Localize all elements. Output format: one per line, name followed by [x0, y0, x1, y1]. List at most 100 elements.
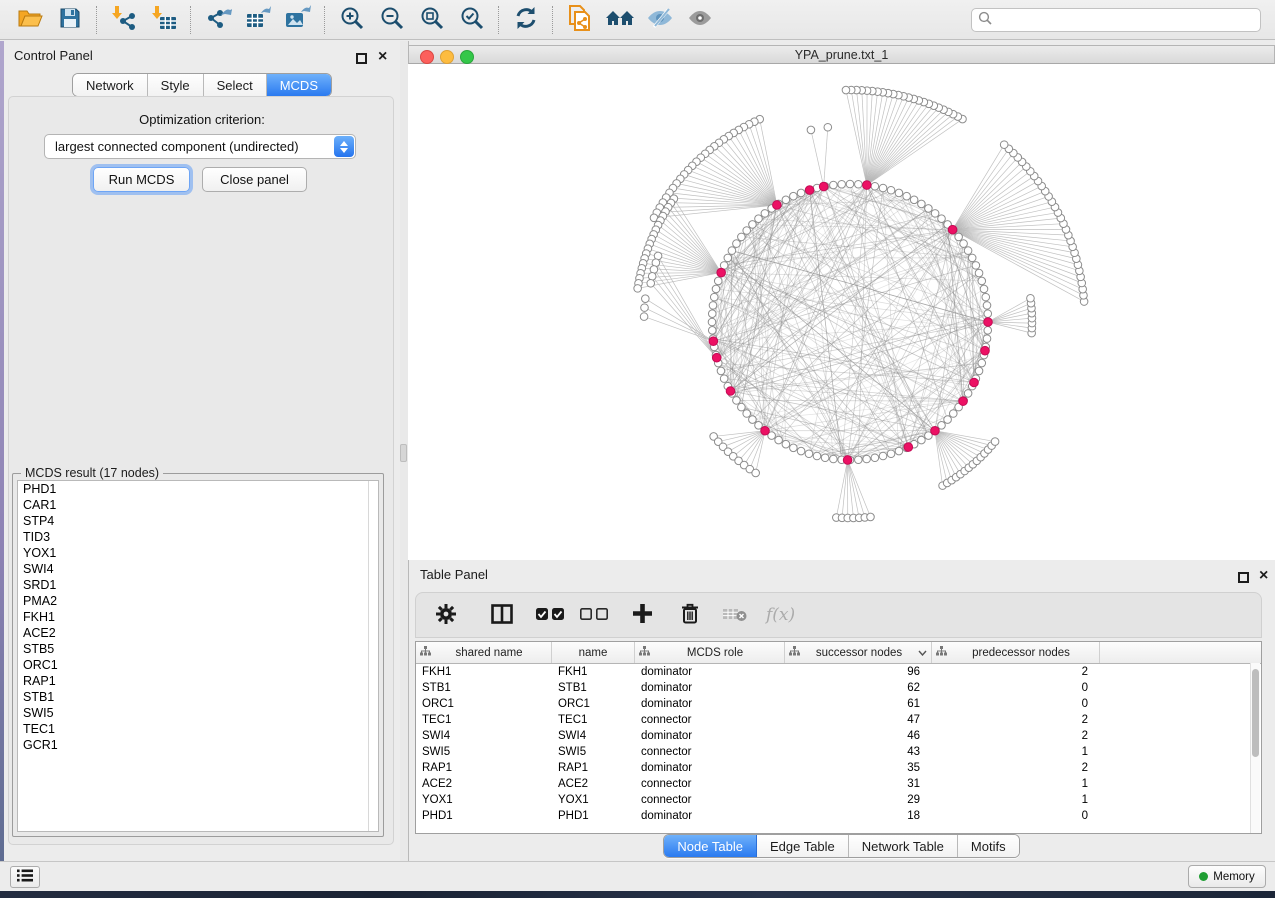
mcds-result-item[interactable]: SWI4 — [18, 561, 378, 577]
memory-status-icon — [1199, 872, 1208, 881]
first-neighbors-icon — [605, 6, 635, 33]
criterion-dropdown[interactable]: largest connected component (undirected) — [44, 134, 356, 159]
list-icon — [17, 869, 33, 885]
export-image-button[interactable] — [278, 3, 318, 37]
tab-mcds[interactable]: MCDS — [267, 74, 331, 96]
column-header-MCDS-role[interactable]: MCDS role — [635, 642, 785, 663]
mcds-result-item[interactable]: CAR1 — [18, 497, 378, 513]
tab-style[interactable]: Style — [148, 74, 204, 96]
network-canvas[interactable] — [408, 64, 1275, 560]
mcds-result-item[interactable]: PMA2 — [18, 593, 378, 609]
mcds-result-item[interactable]: SRD1 — [18, 577, 378, 593]
search-input[interactable] — [996, 12, 1254, 28]
tab-edge-table[interactable]: Edge Table — [757, 835, 849, 857]
tab-node-table[interactable]: Node Table — [664, 835, 757, 857]
table-row[interactable]: SWI5SWI5connector431 — [416, 744, 1261, 760]
toolbar-separator — [498, 6, 500, 34]
tab-network-table[interactable]: Network Table — [849, 835, 958, 857]
table-row[interactable]: SWI4SWI4dominator462 — [416, 728, 1261, 744]
table-panel-close-button[interactable]: × — [1259, 570, 1268, 581]
table-cell: 1 — [932, 778, 1100, 790]
import-network-button[interactable] — [104, 3, 144, 37]
column-header-name[interactable]: name — [552, 642, 635, 663]
delete-table-button[interactable] — [718, 598, 752, 632]
tab-network[interactable]: Network — [73, 74, 148, 96]
create-column-button[interactable] — [626, 598, 658, 632]
table-cell: 0 — [932, 682, 1100, 694]
table-row[interactable]: STB1STB1dominator620 — [416, 680, 1261, 696]
apply-layout-button[interactable] — [506, 3, 546, 37]
table-cell: connector — [635, 778, 785, 790]
toolbar-separator — [552, 6, 554, 34]
run-mcds-button[interactable]: Run MCDS — [93, 167, 190, 192]
mcds-result-item[interactable]: ORC1 — [18, 657, 378, 673]
table-settings-button[interactable] — [430, 598, 462, 632]
function-builder-button[interactable]: f(x) — [766, 605, 795, 625]
mcds-result-title: MCDS result (17 nodes) — [21, 466, 163, 480]
mcds-result-item[interactable]: STB5 — [18, 641, 378, 657]
table-row[interactable]: PHD1PHD1dominator180 — [416, 808, 1261, 824]
table-row[interactable]: YOX1YOX1connector291 — [416, 792, 1261, 808]
node-table[interactable]: shared namenameMCDS rolesuccessor nodesp… — [415, 641, 1262, 834]
float-icon — [356, 53, 367, 64]
table-row[interactable]: TEC1TEC1connector472 — [416, 712, 1261, 728]
network-window-titlebar[interactable]: YPA_prune.txt_1 — [408, 45, 1275, 64]
mcds-result-item[interactable]: PHD1 — [18, 481, 378, 497]
close-panel-button[interactable]: Close panel — [202, 167, 307, 192]
deselect-all-button[interactable] — [576, 598, 612, 632]
column-header-shared-name[interactable]: shared name — [416, 642, 552, 663]
mcds-result-item[interactable]: TEC1 — [18, 721, 378, 737]
table-toolbar: f(x) — [415, 592, 1262, 638]
zoom-fit-button[interactable] — [412, 3, 452, 37]
mcds-result-item[interactable]: STP4 — [18, 513, 378, 529]
mcds-result-item[interactable]: TID3 — [18, 529, 378, 545]
control-panel-float-button[interactable] — [356, 51, 367, 69]
table-cell: 43 — [785, 746, 932, 758]
table-scrollbar[interactable] — [1250, 663, 1260, 833]
control-panel-close-button[interactable]: × — [378, 51, 387, 62]
list-scrollbar[interactable] — [368, 481, 369, 831]
mcds-result-item[interactable]: YOX1 — [18, 545, 378, 561]
table-cell: connector — [635, 714, 785, 726]
table-scrollbar-thumb[interactable] — [1252, 669, 1259, 757]
mcds-result-item[interactable]: SWI5 — [18, 705, 378, 721]
vertical-splitter-handle[interactable] — [400, 444, 407, 462]
table-cell: ORC1 — [416, 698, 552, 710]
table-row[interactable]: RAP1RAP1dominator352 — [416, 760, 1261, 776]
zoom-in-button[interactable] — [332, 3, 372, 37]
mcds-result-item[interactable]: STB1 — [18, 689, 378, 705]
export-table-button[interactable] — [238, 3, 278, 37]
open-file-button[interactable] — [10, 3, 50, 37]
hide-selected-button[interactable] — [640, 3, 680, 37]
zoom-selected-button[interactable] — [452, 3, 492, 37]
table-panel-float-button[interactable] — [1238, 570, 1249, 588]
table-cell: 31 — [785, 778, 932, 790]
table-row[interactable]: ACE2ACE2connector311 — [416, 776, 1261, 792]
mcds-result-item[interactable]: RAP1 — [18, 673, 378, 689]
tab-select[interactable]: Select — [204, 74, 267, 96]
table-row[interactable]: FKH1FKH1dominator962 — [416, 664, 1261, 680]
memory-button[interactable]: Memory — [1188, 865, 1266, 888]
show-all-button[interactable] — [680, 3, 720, 37]
mcds-result-item[interactable]: GCR1 — [18, 737, 378, 753]
desktop-wallpaper — [0, 890, 1275, 898]
column-header-successor-nodes[interactable]: successor nodes — [785, 642, 932, 663]
export-network-button[interactable] — [198, 3, 238, 37]
table-panel-tabbar: Node TableEdge TableNetwork TableMotifs — [408, 834, 1275, 858]
mcds-result-list[interactable]: PHD1CAR1STP4TID3YOX1SWI4SRD1PMA2FKH1ACE2… — [17, 480, 379, 832]
table-row[interactable]: ORC1ORC1dominator610 — [416, 696, 1261, 712]
select-all-button[interactable] — [532, 598, 568, 632]
show-columns-button[interactable] — [486, 598, 518, 632]
show-panels-button[interactable] — [10, 866, 40, 888]
duplicate-network-button[interactable] — [560, 3, 600, 37]
save-session-button[interactable] — [50, 3, 90, 37]
zoom-out-button[interactable] — [372, 3, 412, 37]
tab-motifs[interactable]: Motifs — [958, 835, 1019, 857]
mcds-result-item[interactable]: ACE2 — [18, 625, 378, 641]
delete-column-button[interactable] — [674, 598, 706, 632]
import-table-button[interactable] — [144, 3, 184, 37]
column-header-predecessor-nodes[interactable]: predecessor nodes — [932, 642, 1100, 663]
trash-icon — [681, 603, 699, 627]
mcds-result-item[interactable]: FKH1 — [18, 609, 378, 625]
first-neighbors-button[interactable] — [600, 3, 640, 37]
